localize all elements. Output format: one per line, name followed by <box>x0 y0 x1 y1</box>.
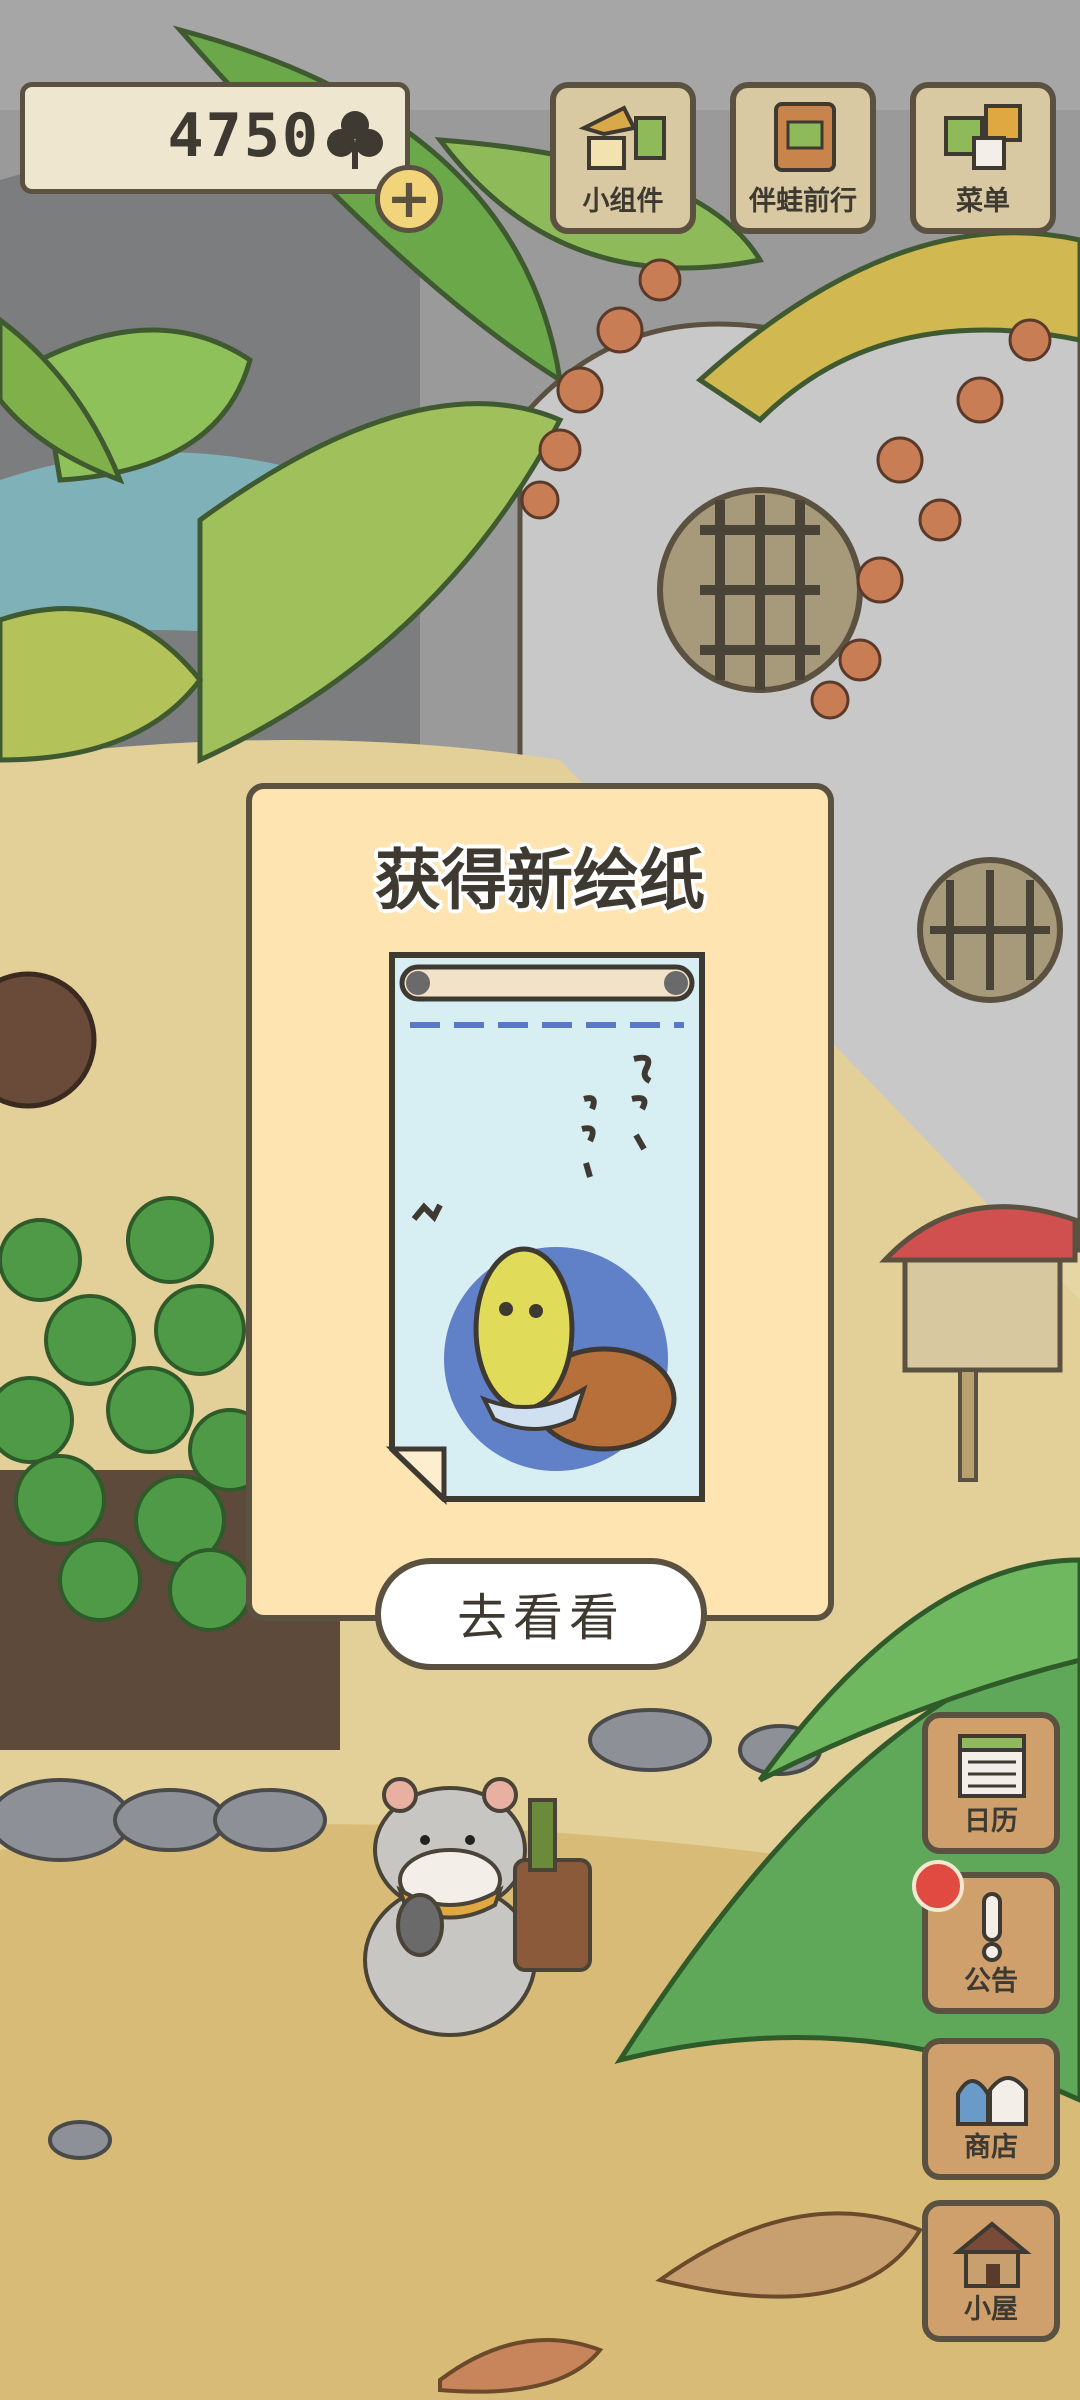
exclamation-icon <box>982 1892 1002 1962</box>
clover-icon <box>327 111 383 169</box>
go-look-button[interactable]: 去看看 <box>375 1558 707 1670</box>
go-look-button-label: 去看看 <box>457 1589 625 1647</box>
calendar-icon <box>958 1734 1026 1798</box>
frog-travel-button[interactable]: 伴蛙前行 <box>730 82 876 234</box>
house-button-label: 小屋 <box>964 2294 1018 2325</box>
dialog-title: 获得新绘纸 <box>375 842 705 919</box>
widget-button-label: 小组件 <box>582 186 664 217</box>
add-clover-button[interactable]: + <box>375 165 443 233</box>
menu-button[interactable]: 菜单 <box>910 82 1056 234</box>
shop-button[interactable]: 商店 <box>922 2038 1060 2180</box>
calendar-button[interactable]: 日历 <box>922 1712 1060 1854</box>
widget-button[interactable]: 小组件 <box>550 82 696 234</box>
frog-travel-button-label: 伴蛙前行 <box>749 186 857 217</box>
menu-button-label: 菜单 <box>956 186 1010 217</box>
notice-button-label: 公告 <box>964 1966 1018 1997</box>
house-icon <box>952 2221 1032 2288</box>
house-button[interactable]: 小屋 <box>922 2200 1060 2342</box>
frog-travel-icon <box>774 102 836 172</box>
clover-count: 4750 <box>167 101 320 171</box>
menu-icon <box>944 104 1022 170</box>
widget-icon <box>578 105 666 170</box>
shop-bag-icon <box>956 2076 1028 2126</box>
shop-button-label: 商店 <box>964 2132 1018 2163</box>
picture-card-illustration <box>385 952 705 1505</box>
calendar-button-label: 日历 <box>964 1806 1018 1837</box>
clover-counter: 4750 <box>20 82 410 194</box>
new-picture-dialog: 获得新绘纸 <box>246 783 834 1621</box>
notification-badge <box>912 1860 964 1912</box>
plus-icon: + <box>386 167 432 230</box>
